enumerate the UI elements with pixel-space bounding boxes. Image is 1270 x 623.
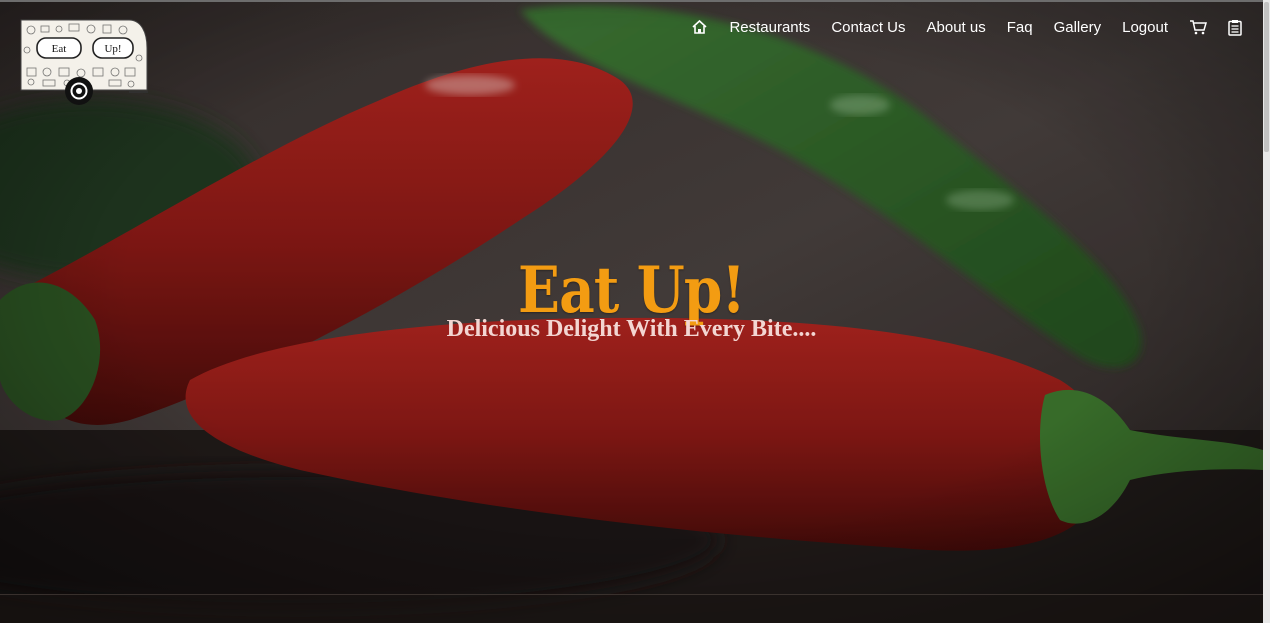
scrollbar-thumb[interactable] xyxy=(1264,2,1269,152)
clipboard-icon[interactable] xyxy=(1228,19,1242,36)
nav-link-restaurants[interactable]: Restaurants xyxy=(729,19,810,36)
nav-link-contact-us[interactable]: Contact Us xyxy=(831,19,905,36)
scrollbar[interactable] xyxy=(1263,0,1270,623)
nav-link-faq[interactable]: Faq xyxy=(1007,19,1033,36)
top-border xyxy=(0,0,1270,2)
nav-link-logout[interactable]: Logout xyxy=(1122,19,1168,36)
food-truck-logo-icon: Eat Up! xyxy=(20,19,148,105)
site-logo[interactable]: Eat Up! xyxy=(19,18,150,106)
nav-link-gallery[interactable]: Gallery xyxy=(1054,19,1102,36)
main-navigation: Restaurants Contact Us About us Faq Gall… xyxy=(691,16,1242,38)
cart-icon[interactable] xyxy=(1189,19,1207,35)
hero-subtitle: Delicious Delight With Every Bite.... xyxy=(446,316,817,342)
nav-link-about-us[interactable]: About us xyxy=(927,19,986,36)
home-icon[interactable] xyxy=(691,19,708,35)
logo-text-eat: Eat xyxy=(52,43,67,55)
logo-text-up: Up! xyxy=(104,43,121,55)
bottom-bar xyxy=(0,594,1263,623)
